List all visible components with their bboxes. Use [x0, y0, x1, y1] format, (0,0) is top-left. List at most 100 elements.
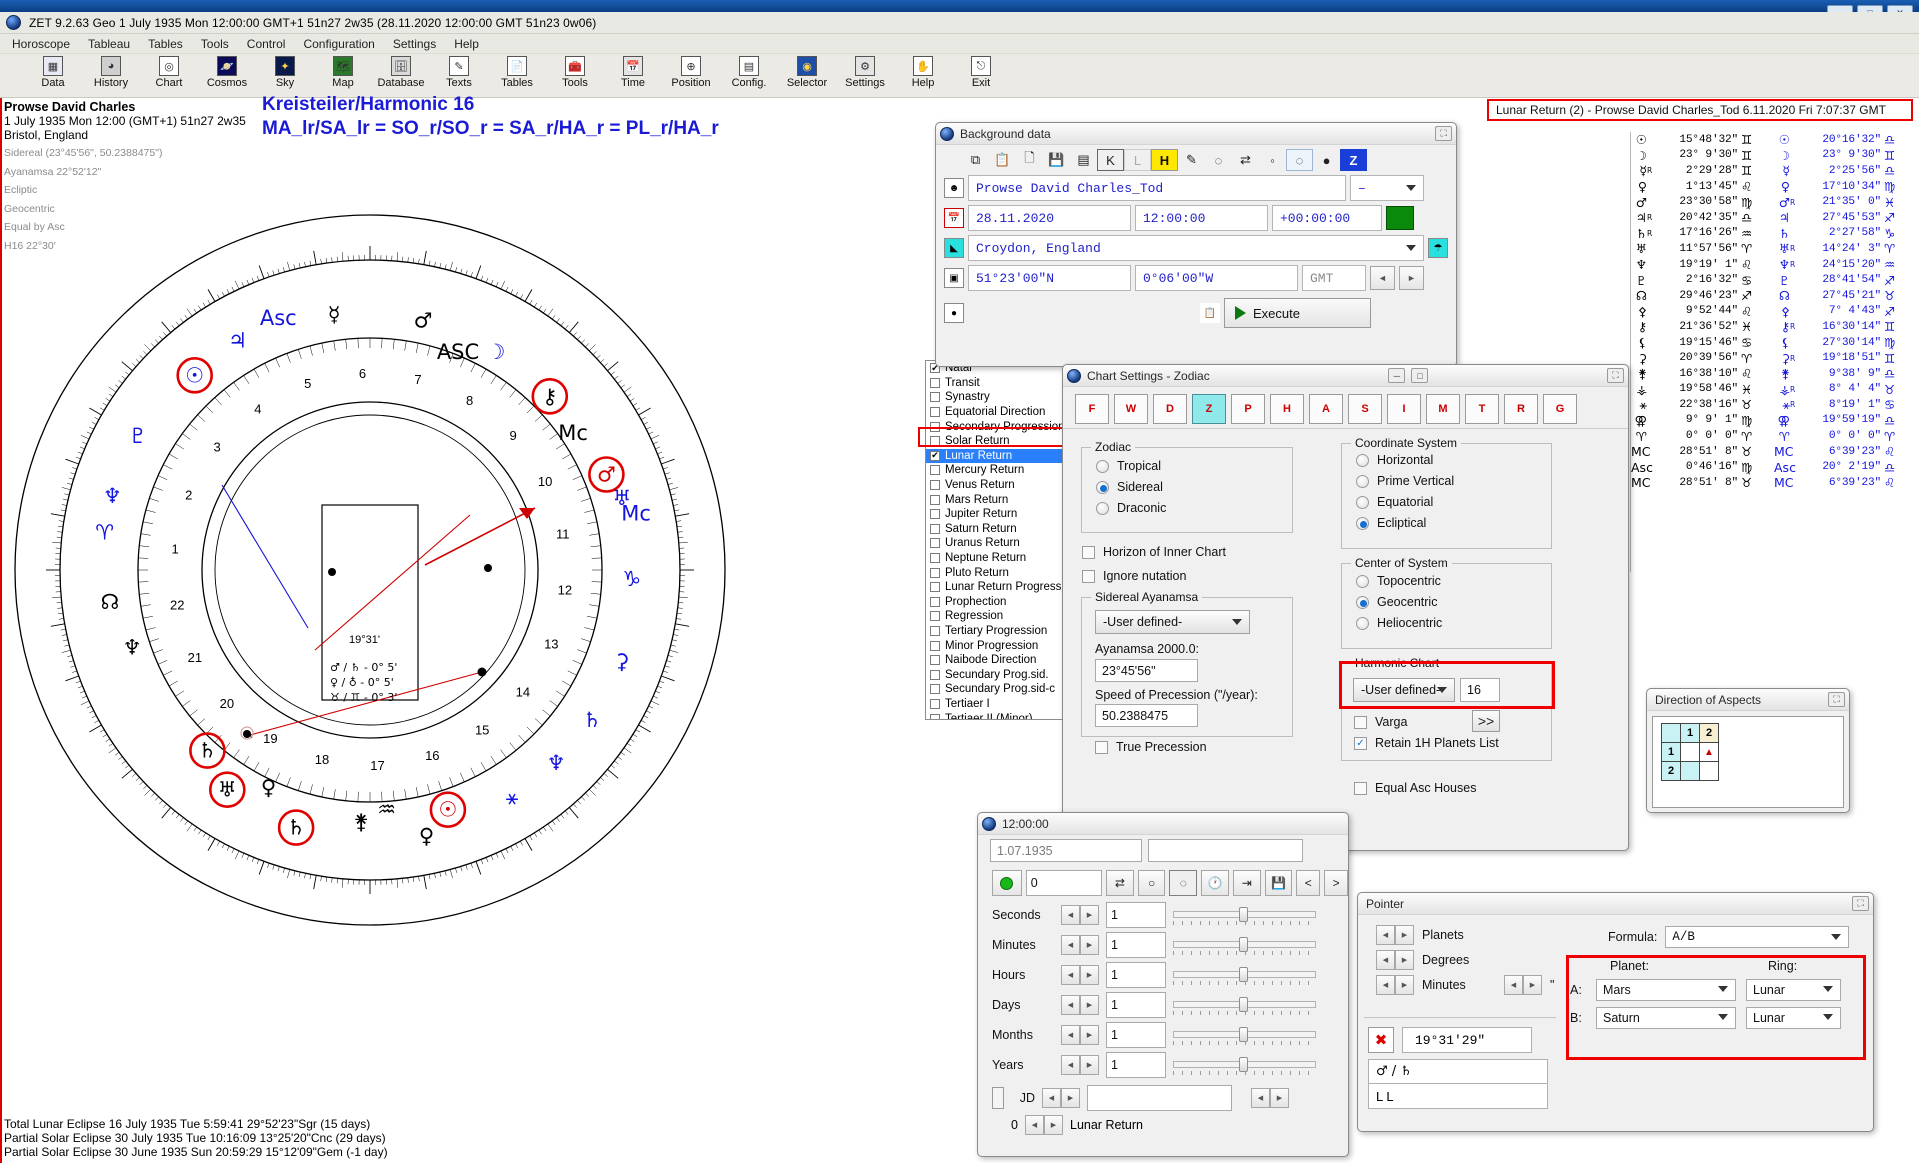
harmonic-more-button[interactable]: >> [1472, 710, 1500, 732]
time-toolbar[interactable]: 0 ⇄ ○ ◌ 🕐 ⇥ 💾 < > [978, 862, 1348, 900]
toolbar-button-position[interactable]: ⊕ Position [662, 54, 720, 89]
toolbar-button-selector[interactable]: ◉ Selector [778, 54, 836, 89]
background-data-dialog[interactable]: Background data ⛶ ⧉ 📋 🗋 💾 ▤ K L H ✎ ◌ ⇄ ◦ ◌ ● Z ☻ Prow… [935, 122, 1457, 367]
matrix-col-1[interactable]: 1 [1680, 723, 1700, 743]
paste-icon[interactable]: 📋 [989, 149, 1016, 171]
time-row-slider[interactable] [1173, 905, 1316, 925]
time-row-input[interactable]: 1 [1106, 902, 1166, 928]
execute-button[interactable]: Execute [1224, 298, 1371, 328]
planet-row[interactable]: ☉ 15°48'32" ♊ ☉ 20°16'32" ♎ [1631, 132, 1919, 148]
time-row-stepper[interactable]: ◀ ▶ [1061, 965, 1099, 985]
chart-type-item-solar-return[interactable]: Solar Return [926, 434, 1064, 449]
radio-topocentric[interactable]: Topocentric [1356, 574, 1551, 588]
menu-settings[interactable]: Settings [385, 35, 444, 53]
checkbox-icon[interactable] [930, 538, 940, 549]
planet-row[interactable]: ♄ R 17°16'26" ♒ ♄ 2°27'58" ♑ [1631, 226, 1919, 242]
checkbox-icon[interactable] [930, 698, 940, 709]
chart-type-item-secundary-prog-sid-[interactable]: Secundary Prog.sid. [926, 667, 1064, 682]
matrix-col-2[interactable]: 2 [1699, 723, 1719, 743]
chart-settings-tab-I[interactable]: I [1387, 394, 1421, 424]
pointer-value-field[interactable]: 19°31'29" [1402, 1027, 1532, 1053]
planet-row[interactable]: ⚷ 21°36'52" ♓ ⚷ R 16°30'14" ♊ [1631, 319, 1919, 335]
slider-knob[interactable] [1239, 907, 1248, 922]
ayanamsa-preset-dropdown[interactable]: -User defined- [1095, 610, 1250, 634]
checkbox-icon[interactable] [930, 655, 940, 666]
planet-row[interactable]: ♇ 2°16'32" ♋ ♇ 28°41'54" ♐ [1631, 272, 1919, 288]
chart-type-item-lunar-return-progress[interactable]: Lunar Return Progress [926, 580, 1064, 595]
map-icon[interactable]: ☂ [1428, 238, 1449, 258]
time-row-slider[interactable] [1173, 965, 1316, 985]
wheel-planet-glyph[interactable]: ⚳ [614, 650, 629, 674]
radio-ecliptical[interactable]: Ecliptical [1356, 516, 1551, 530]
checkbox-icon[interactable] [930, 377, 940, 388]
chart-settings-tab-D[interactable]: D [1153, 394, 1187, 424]
wheel-planet-glyph[interactable]: ♃ [228, 329, 247, 353]
toolbar-button-map[interactable]: 🗺 Map [314, 54, 372, 89]
chart-type-item-tertiary-progression[interactable]: Tertiary Progression [926, 624, 1064, 639]
time-row-slider[interactable] [1173, 995, 1316, 1015]
slider-knob[interactable] [1239, 997, 1248, 1012]
pointer-titlebar[interactable]: Pointer ⛶ [1358, 893, 1873, 915]
harmonic-number-input[interactable]: 16 [1460, 678, 1500, 702]
zodiac-wheel-chart[interactable]: 123456 78910111213141516171819202122 ♄♅ ♀♄… [0, 180, 780, 980]
chart-settings-tab-H[interactable]: H [1270, 394, 1304, 424]
minutes-stepper[interactable]: ◀ ▶ [1376, 975, 1414, 995]
time-row-input[interactable]: 1 [1106, 962, 1166, 988]
direction-of-aspects-titlebar[interactable]: Direction of Aspects ⛶ [1647, 689, 1849, 711]
chart-type-item-venus-return[interactable]: Venus Return [926, 478, 1064, 493]
time-row-input[interactable]: 1 [1106, 1052, 1166, 1078]
planet-row[interactable]: ⚹ 22°38'16" ♉ ⚹ R 8°19' 1" ♋ [1631, 397, 1919, 413]
toolbar-button-cosmos[interactable]: 🪐 Cosmos [198, 54, 256, 89]
chart-type-item-secondary-progression[interactable]: Secondary Progression [926, 419, 1064, 434]
step-value-input[interactable]: 0 [1025, 870, 1102, 896]
clock-icon-button[interactable]: 🕐 [1201, 870, 1229, 896]
dotted-circle-icon[interactable]: ◌ [1286, 149, 1313, 171]
time-row-stepper[interactable]: ◀ ▶ [1061, 995, 1099, 1015]
swap-icon[interactable]: ⇄ [1232, 149, 1259, 171]
chart-type-item-tertiaer-i[interactable]: Tertiaer I [926, 697, 1064, 712]
row-b-planet-dropdown[interactable]: Saturn [1596, 1007, 1736, 1029]
ayanamsa-value-input[interactable]: 23°45'56" [1095, 659, 1198, 682]
toolbar-button-time[interactable]: 📅 Time [604, 54, 662, 89]
close-icon[interactable]: ⛶ [1607, 368, 1624, 383]
wheel-planet-glyph[interactable]: ⚷ [542, 384, 557, 408]
wheel-planet-glyph[interactable]: Asc [260, 306, 297, 330]
wheel-planet-glyph[interactable]: ♀ [261, 776, 276, 800]
matrix-cell-1-2[interactable]: ▲ [1699, 742, 1719, 762]
circle-outline-icon[interactable]: ◌ [1205, 149, 1232, 171]
date-field[interactable]: 28.11.2020 [968, 205, 1131, 231]
toolbar-button-exit[interactable]: ⎋ Exit [952, 54, 1010, 89]
wheel-planet-glyph[interactable]: ♒ [377, 797, 396, 821]
wheel-planet-glyph[interactable]: ♄ [583, 708, 602, 732]
green-dot-button[interactable] [992, 870, 1022, 896]
chart-settings-tab-R[interactable]: R [1504, 394, 1538, 424]
jd-toggle[interactable] [992, 1087, 1004, 1109]
swap-icon-button[interactable]: ⇄ [1106, 870, 1134, 896]
checkbox-icon[interactable] [930, 611, 940, 622]
close-icon[interactable]: ⛶ [1828, 692, 1845, 707]
checkbox-icon[interactable] [930, 596, 940, 607]
aspect-cross-icon[interactable]: ✖ [1368, 1027, 1394, 1053]
chart-type-item-prophection[interactable]: Prophection [926, 595, 1064, 610]
degrees-stepper[interactable]: ◀ ▶ [1376, 950, 1414, 970]
small-circle-icon-button[interactable]: ○ [1137, 870, 1166, 896]
time-step-rows[interactable]: Seconds ◀ ▶ 1 Minutes ◀ ▶ 1 Hours ◀ ▶ 1 Days ◀ ▶ 1 Month… [978, 900, 1348, 1080]
time-row-stepper[interactable]: ◀ ▶ [1061, 1055, 1099, 1075]
chart-type-item-regression[interactable]: Regression [926, 609, 1064, 624]
kepler-icon[interactable]: K [1097, 149, 1124, 171]
planet-row[interactable]: MC 28°51' 8" ♉ MC 6°39'23" ♌ [1631, 444, 1919, 460]
matrix-cell-2-1[interactable] [1680, 761, 1700, 781]
precession-speed-input[interactable]: 50.2388475 [1095, 704, 1198, 727]
menubar[interactable]: Horoscope Tableau Tables Tools Control C… [0, 34, 1919, 54]
direction-of-aspects-body[interactable]: 1 2 1 ▲ 2 [1652, 716, 1844, 808]
checkbox-true-precession[interactable]: True Precession [1095, 740, 1207, 754]
planet-row[interactable]: ♅ 11°57'56" ♈ ♅ R 14°24' 3" ♈ [1631, 241, 1919, 257]
wheel-planet-glyph[interactable]: ♇ [128, 424, 147, 448]
small-circle-icon[interactable]: ◦ [1259, 149, 1286, 171]
toolbar-button-data[interactable]: ▦ Data [24, 54, 82, 89]
toolbar-button-config[interactable]: ▤ Config. [720, 54, 778, 89]
local-icon[interactable]: L [1124, 149, 1151, 171]
time-row-input[interactable]: 1 [1106, 932, 1166, 958]
checkbox-icon[interactable] [930, 436, 940, 447]
wheel-planet-glyph[interactable]: ♄ [287, 816, 306, 840]
